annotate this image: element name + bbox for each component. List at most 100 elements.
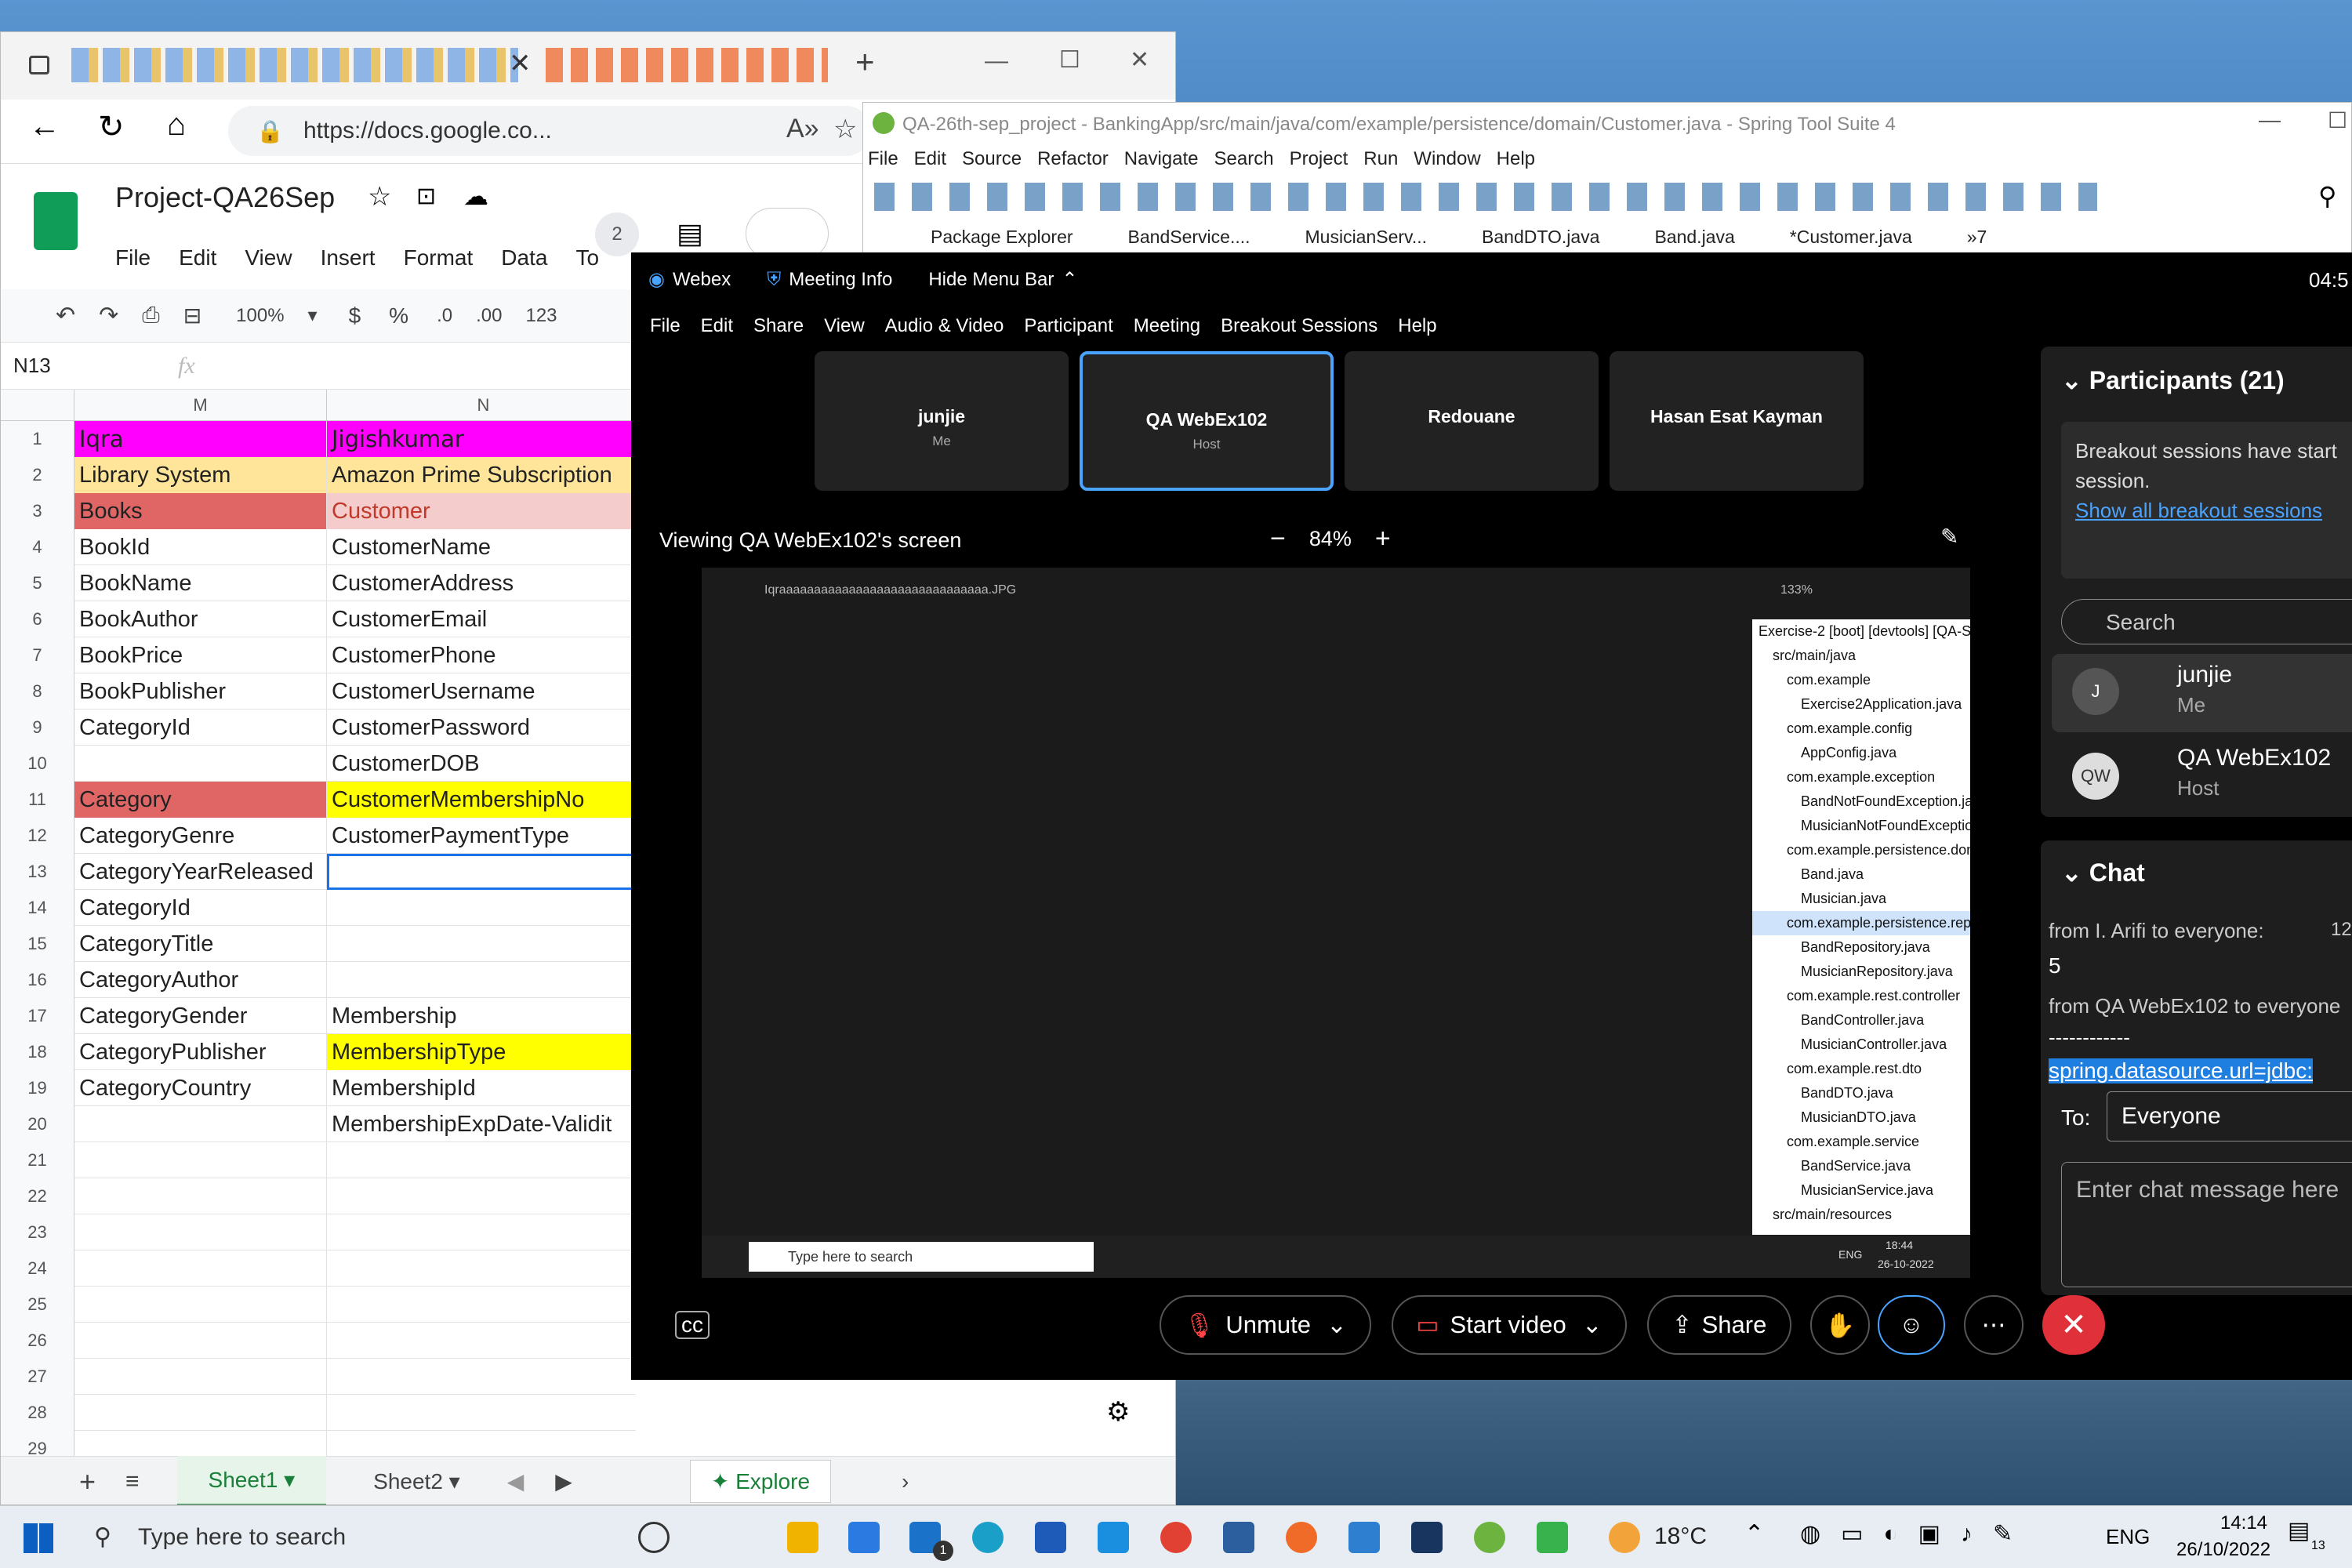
chevron-down-icon[interactable]: ⌄ — [1327, 1311, 1347, 1339]
cell-n[interactable]: CustomerPaymentType — [327, 818, 636, 854]
menu-view[interactable]: View — [245, 245, 292, 270]
cell-n[interactable]: CustomerName — [327, 529, 636, 565]
row-number[interactable]: 7 — [1, 637, 74, 673]
tab-package-explorer[interactable]: Package Explorer — [931, 227, 1073, 248]
tab-musicianservice[interactable]: MusicianServ... — [1305, 227, 1428, 248]
corner-cell[interactable] — [1, 390, 74, 421]
cell-n[interactable]: CustomerMembershipNo — [327, 782, 636, 818]
row-number[interactable]: 20 — [1, 1106, 74, 1142]
tab-scroll-right-icon[interactable]: ▶ — [555, 1468, 572, 1494]
row-number[interactable]: 1 — [1, 421, 74, 457]
chat-title[interactable]: ⌄ Chat — [2061, 858, 2145, 887]
sts-menu-window[interactable]: Window — [1414, 148, 1480, 170]
cell-m[interactable] — [74, 1214, 327, 1250]
show-breakout-link[interactable]: Show all breakout sessions — [2075, 495, 2352, 525]
home-icon[interactable]: ⌂ — [167, 107, 186, 143]
tab-banddto[interactable]: BandDTO.java — [1482, 227, 1599, 248]
share-button[interactable]: ⇪ Share — [1647, 1295, 1791, 1355]
row-number[interactable]: 15 — [1, 926, 74, 962]
cell-m[interactable] — [74, 1287, 327, 1323]
sts-toolbar[interactable] — [874, 183, 2097, 211]
task-view-icon[interactable] — [638, 1522, 670, 1553]
captions-icon[interactable]: cc — [675, 1311, 710, 1339]
app-icon[interactable] — [1098, 1522, 1129, 1553]
cell-m[interactable]: CategoryGenre — [74, 818, 327, 854]
row-number[interactable]: 29 — [1, 1431, 74, 1456]
sts-menu-file[interactable]: File — [868, 148, 898, 170]
minimize-icon[interactable]: — — [985, 48, 1008, 74]
sts-menu-search[interactable]: Search — [1214, 148, 1274, 170]
row-number[interactable]: 3 — [1, 493, 74, 529]
row-number[interactable]: 19 — [1, 1070, 74, 1106]
participants-search[interactable]: Search — [2061, 599, 2352, 644]
store-icon[interactable] — [848, 1522, 880, 1553]
cell-m[interactable]: CategoryGender — [74, 998, 327, 1034]
cell-n[interactable] — [327, 1214, 636, 1250]
cell-n[interactable]: CustomerPassword — [327, 710, 636, 746]
sts-search-icon[interactable]: ⚲ — [2318, 181, 2336, 211]
tab-overflow[interactable]: »7 — [1967, 227, 1987, 248]
sts-taskbar-icon[interactable] — [1474, 1522, 1505, 1553]
cell-n[interactable] — [327, 1431, 636, 1456]
settings-icon[interactable]: ⚙ — [1106, 1396, 1130, 1428]
cell-m[interactable]: BookId — [74, 529, 327, 565]
menu-file[interactable]: File — [115, 245, 151, 270]
tab-band[interactable]: Band.java — [1654, 227, 1734, 248]
leave-meeting-button[interactable]: ✕ — [2042, 1295, 2105, 1355]
cell-n[interactable]: CustomerEmail — [327, 601, 636, 637]
sts-menu-navigate[interactable]: Navigate — [1124, 148, 1199, 170]
cell-n[interactable] — [327, 962, 636, 998]
refresh-icon[interactable]: ↻ — [98, 109, 125, 145]
cell-m[interactable]: Books — [74, 493, 327, 529]
participant-row-junjie[interactable]: J junjie Me — [2052, 654, 2352, 732]
tab-bandservice[interactable]: BandService.... — [1128, 227, 1250, 248]
windows-start-icon[interactable] — [24, 1523, 53, 1553]
cell-m[interactable]: CategoryPublisher — [74, 1034, 327, 1070]
file-explorer-icon[interactable] — [787, 1522, 818, 1553]
row-number[interactable]: 10 — [1, 746, 74, 782]
cell-m[interactable] — [74, 1250, 327, 1287]
cell-m[interactable] — [74, 1431, 327, 1456]
cell-n[interactable]: Customer — [327, 493, 636, 529]
cell-n[interactable] — [327, 854, 636, 890]
git-icon[interactable] — [1537, 1522, 1568, 1553]
cell-n[interactable] — [327, 1287, 636, 1323]
wx-menu-view[interactable]: View — [824, 315, 865, 337]
tab-sheet2[interactable]: Sheet2 ▾ — [358, 1457, 476, 1504]
sts-menu-run[interactable]: Run — [1363, 148, 1398, 170]
row-number[interactable]: 13 — [1, 854, 74, 890]
sts-menu-source[interactable]: Source — [962, 148, 1022, 170]
video-tile-redouane[interactable]: Redouane — [1345, 351, 1599, 491]
new-tab-icon[interactable]: + — [855, 43, 875, 81]
sts-menu-project[interactable]: Project — [1290, 148, 1348, 170]
raise-hand-button[interactable]: ✋ — [1810, 1295, 1870, 1355]
cell-m[interactable]: CategoryCountry — [74, 1070, 327, 1106]
add-sheet-icon[interactable]: + — [79, 1465, 96, 1498]
row-number[interactable]: 14 — [1, 890, 74, 926]
weather-temp[interactable]: 18°C — [1654, 1523, 1707, 1550]
menu-edit[interactable]: Edit — [179, 245, 216, 270]
chevron-down-icon[interactable]: ▾ — [308, 304, 318, 327]
language-indicator[interactable]: ENG — [2106, 1525, 2150, 1549]
cell-n[interactable] — [327, 1395, 636, 1431]
maximize-icon[interactable]: ☐ — [1059, 46, 1080, 74]
back-icon[interactable]: ← — [29, 109, 60, 144]
sts-maximize-icon[interactable]: ☐ — [2328, 107, 2347, 133]
edge-icon[interactable] — [972, 1522, 1004, 1553]
row-number[interactable]: 17 — [1, 998, 74, 1034]
cell-n[interactable]: Amazon Prime Subscription — [327, 457, 636, 493]
tab-group[interactable] — [546, 48, 828, 82]
close-icon[interactable]: ✕ — [509, 48, 532, 79]
start-video-button[interactable]: ▭ Start video ⌄ — [1392, 1295, 1627, 1355]
sts-menu-refactor[interactable]: Refactor — [1037, 148, 1109, 170]
row-number[interactable]: 6 — [1, 601, 74, 637]
wx-menu-audio-video[interactable]: Audio & Video — [885, 315, 1004, 337]
zoom-select[interactable]: 100% — [236, 305, 284, 327]
zoom-in-icon[interactable]: + — [1375, 524, 1391, 554]
cell-m[interactable]: Category — [74, 782, 327, 818]
photos-icon[interactable] — [1348, 1522, 1380, 1553]
cell-m[interactable]: CategoryId — [74, 890, 327, 926]
cell-m[interactable] — [74, 746, 327, 782]
unmute-button[interactable]: 🎙 Unmute ⌄ — [1160, 1295, 1371, 1355]
tab-scroll-left-icon[interactable]: ◀ — [507, 1468, 524, 1494]
